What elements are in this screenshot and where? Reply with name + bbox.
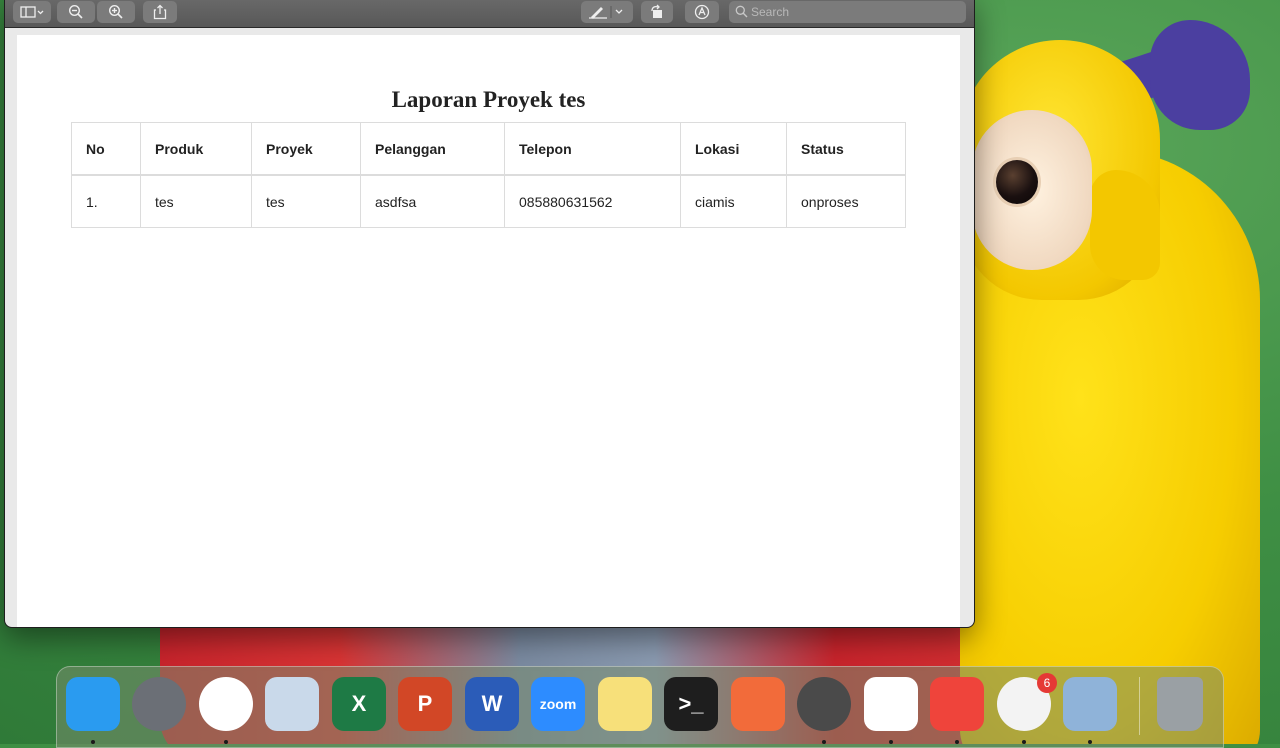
table-cell: onproses (786, 174, 906, 228)
running-indicator (1022, 740, 1026, 744)
excel-glyph: X (351, 691, 367, 716)
vscode-icon[interactable] (864, 677, 918, 731)
pen-icon (589, 6, 623, 19)
excel-icon[interactable]: X (332, 677, 386, 731)
table-row: 1. tes tes asdfsa 085880631562 ciamis on… (71, 174, 906, 228)
table-cell: 085880631562 (504, 174, 681, 228)
toolbar (5, 0, 974, 28)
preview-window: Laporan Proyek tes No Produk Proyek Pela… (4, 0, 975, 628)
dock-separator (1139, 677, 1140, 735)
column-header: Proyek (251, 122, 361, 176)
search-input[interactable] (751, 2, 951, 22)
markup-pen-button[interactable] (581, 1, 633, 23)
sidebar-toggle-button[interactable] (13, 1, 51, 23)
sidebar-icon (20, 6, 44, 18)
word-icon[interactable]: W (465, 677, 519, 731)
rotate-icon (651, 4, 662, 18)
zoom-in-button[interactable] (97, 1, 135, 23)
zoom-icon[interactable]: zoom (531, 677, 585, 731)
notification-badge: 6 (1037, 673, 1057, 693)
zoom-in-icon (108, 4, 123, 19)
search-icon (735, 5, 748, 18)
chrome-icon[interactable] (199, 677, 253, 731)
table-cell: 1. (71, 174, 141, 228)
preview-icon[interactable] (1063, 677, 1117, 731)
rotate-button[interactable] (641, 1, 673, 23)
word-glyph: W (481, 691, 503, 716)
postman-icon[interactable] (731, 677, 785, 731)
finder-icon[interactable] (66, 677, 120, 731)
notes-icon[interactable] (598, 677, 652, 731)
report-table: No Produk Proyek Pelanggan Telepon Lokas… (71, 122, 906, 228)
column-header: No (71, 122, 141, 176)
running-indicator (224, 740, 228, 744)
zoom-glyph: zoom (539, 696, 577, 712)
document-page: Laporan Proyek tes No Produk Proyek Pela… (17, 35, 960, 627)
running-indicator (955, 740, 959, 744)
share-button[interactable] (143, 1, 177, 23)
column-header: Telepon (504, 122, 681, 176)
mail-icon[interactable] (265, 677, 319, 731)
share-icon (153, 4, 167, 20)
microsoft-store-icon[interactable]: 6 (997, 673, 1057, 731)
column-header: Pelanggan (360, 122, 505, 176)
table-cell: tes (140, 174, 252, 228)
sequel-ace-icon[interactable] (797, 677, 851, 731)
table-header-row: No Produk Proyek Pelanggan Telepon Lokas… (71, 122, 906, 176)
zoom-out-button[interactable] (57, 1, 95, 23)
column-header: Status (786, 122, 906, 176)
terminal-glyph: >_ (678, 691, 704, 716)
search-field[interactable] (729, 1, 966, 23)
powerpoint-icon[interactable]: P (398, 677, 452, 731)
running-indicator (889, 740, 893, 744)
running-indicator (91, 740, 95, 744)
table-cell: asdfsa (360, 174, 505, 228)
dock: X P Wzoom >_ 6 (56, 666, 1224, 748)
anydesk-icon[interactable] (930, 677, 984, 731)
annotate-button[interactable] (685, 1, 719, 23)
column-header: Produk (140, 122, 252, 176)
table-cell: ciamis (680, 174, 787, 228)
launchpad-icon[interactable] (132, 677, 186, 731)
annotate-icon (694, 4, 710, 20)
column-header: Lokasi (680, 122, 787, 176)
report-title: Laporan Proyek tes (391, 87, 586, 112)
trash-icon[interactable] (1157, 677, 1203, 731)
running-indicator (822, 740, 826, 744)
table-cell: tes (251, 174, 361, 228)
terminal-icon[interactable]: >_ (664, 677, 718, 731)
powerpoint-glyph: P (417, 691, 433, 716)
zoom-out-icon (68, 4, 83, 19)
running-indicator (1088, 740, 1092, 744)
